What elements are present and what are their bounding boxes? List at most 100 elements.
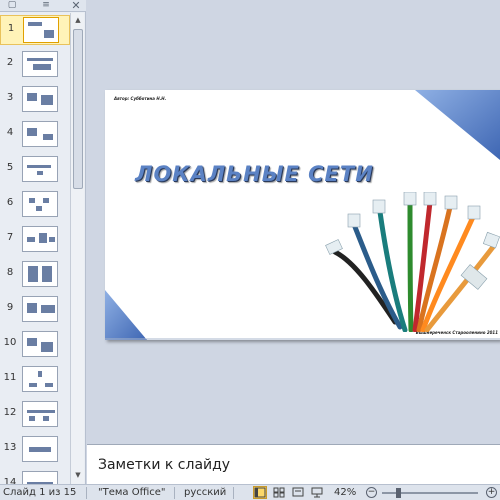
notes-pane[interactable]: Заметки к слайду [87,444,500,484]
thumbnail-shape [33,64,51,70]
thumbnail-shape [42,266,52,282]
language-indicator[interactable]: русский [184,487,226,498]
slide-thumbnail[interactable]: 8 [0,260,70,290]
thumbnail-shape [29,416,35,421]
slide-thumbnail[interactable]: 11 [0,365,70,395]
scroll-down-icon[interactable]: ▼ [72,469,84,481]
outline-tab-icon[interactable]: ≡ [38,0,54,11]
slide-thumbnail[interactable]: 10 [0,330,70,360]
thumbnail-shape [49,237,55,242]
thumbnail-shape [41,95,53,105]
slides-tab-icon[interactable]: ▢ [4,0,20,11]
slide-thumbnail-number: 8 [6,267,14,278]
thumbnail-shape [27,58,53,61]
slide-thumbnail-number: 1 [7,23,15,34]
slide-thumbnail[interactable]: 5 [0,155,70,185]
slide-canvas[interactable]: Автор: Субботина Н.Н. ЛОКАЛЬНЫЕ СЕТИ Выш… [105,90,500,340]
slide-thumbnail[interactable]: 14 [0,470,70,484]
scrollbar-thumb[interactable] [73,29,83,189]
thumbnail-shape [29,447,51,452]
slide-sorter-button[interactable] [272,486,286,499]
theme-name[interactable]: "Тема Office" [98,487,166,498]
slide-workspace: Автор: Субботина Н.Н. ЛОКАЛЬНЫЕ СЕТИ Выш… [87,0,500,444]
slide-thumbnail-number: 6 [6,197,14,208]
slide-thumbnail-image[interactable] [22,296,58,322]
slide-thumbnail-number: 13 [3,442,17,453]
slide-thumbnail-number: 14 [3,477,17,484]
slide-thumbnail-image[interactable] [22,121,58,147]
slide-thumbnail-number: 9 [6,302,14,313]
slide-thumbnail-number: 5 [6,162,14,173]
slide-thumbnail-image[interactable] [22,261,58,287]
zoom-level[interactable]: 42% [334,487,356,498]
zoom-in-icon[interactable]: + [486,487,497,498]
slide-counter: Слайд 1 из 15 [3,487,77,498]
normal-view-icon [254,487,266,498]
thumbnail-shape [27,237,35,242]
thumbnail-shape [27,128,37,136]
network-cables-image [325,192,500,332]
slideshow-button[interactable] [310,486,324,499]
slide-thumbnail[interactable]: 7 [0,225,70,255]
thumbnail-shape [41,342,53,352]
zoom-slider-knob[interactable] [396,488,401,498]
reading-view-button[interactable] [291,486,305,499]
slide-thumbnails: 1 2 3 4 5 6 7 8 9 10 11 12 13 14 [0,13,70,484]
thumbnail-shape [41,305,55,313]
slide-thumbnail-image[interactable] [22,226,58,252]
slide-thumbnail[interactable]: 12 [0,400,70,430]
thumbnail-shape [43,134,53,140]
slide-thumbnail-image[interactable] [22,331,58,357]
slide-author-text: Автор: Субботина Н.Н. [114,96,167,101]
thumbnail-shape [39,233,47,243]
notes-placeholder[interactable]: Заметки к слайду [98,457,230,473]
slide-thumbnail-image[interactable] [22,51,58,77]
thumbnail-shape [45,383,53,387]
thumbnail-shape [27,303,37,313]
slide-thumbnail-number: 3 [6,92,14,103]
slide-thumbnail-number: 12 [3,407,17,418]
slideshow-icon [311,487,323,498]
slide-thumbnail[interactable]: 1 [0,15,70,45]
scroll-up-icon[interactable]: ▲ [72,14,84,26]
slide-thumbnail[interactable]: 4 [0,120,70,150]
thumbnail-shape [27,338,37,346]
close-panel-icon[interactable]: ✕ [68,0,84,11]
thumbnail-shape [36,206,42,211]
slide-thumbnail-number: 7 [6,232,14,243]
bottom-left-corner-shape [105,290,147,340]
thumbnail-shape [29,383,37,387]
slide-thumbnail-number: 2 [6,57,14,68]
thumbnail-shape [28,266,38,282]
slide-thumbnail-image[interactable] [22,401,58,427]
slide-thumbnail[interactable]: 6 [0,190,70,220]
slide-thumbnail[interactable]: 13 [0,435,70,465]
slide-thumbnail[interactable]: 9 [0,295,70,325]
thumbnails-scrollbar[interactable]: ▲ ▼ [70,13,84,484]
top-right-corner-shape [415,90,500,160]
slide-thumbnail-image[interactable] [22,436,58,462]
slide-title[interactable]: ЛОКАЛЬНЫЕ СЕТИ [135,162,374,186]
thumbnail-shape [37,171,43,175]
thumbnail-shape [44,30,54,38]
slide-thumbnail-image[interactable] [23,17,59,43]
slide-thumbnail-number: 10 [3,337,17,348]
panel-tabs: ▢ ≡ ✕ [0,0,86,12]
slide-thumbnail-image[interactable] [22,156,58,182]
zoom-out-icon[interactable]: − [366,487,377,498]
slide-thumbnail-image[interactable] [22,191,58,217]
slide-thumbnail-number: 4 [6,127,14,138]
slide-thumbnail[interactable]: 2 [0,50,70,80]
slides-panel: ▢ ≡ ✕ 1 2 3 4 5 6 7 8 9 10 11 12 13 14 ▲ ▼ [0,0,86,484]
status-bar: Слайд 1 из 15 "Тема Office" русский 42% … [0,484,500,500]
slide-thumbnail-image[interactable] [22,366,58,392]
slide-thumbnail-image[interactable] [22,86,58,112]
slide-sorter-icon [273,487,285,498]
thumbnail-shape [28,22,42,26]
slide-thumbnail[interactable]: 3 [0,85,70,115]
slide-thumbnail-image[interactable] [22,471,58,484]
normal-view-button[interactable] [253,486,267,499]
thumbnail-shape [27,93,37,101]
thumbnail-shape [27,165,51,168]
thumbnail-shape [38,371,42,377]
